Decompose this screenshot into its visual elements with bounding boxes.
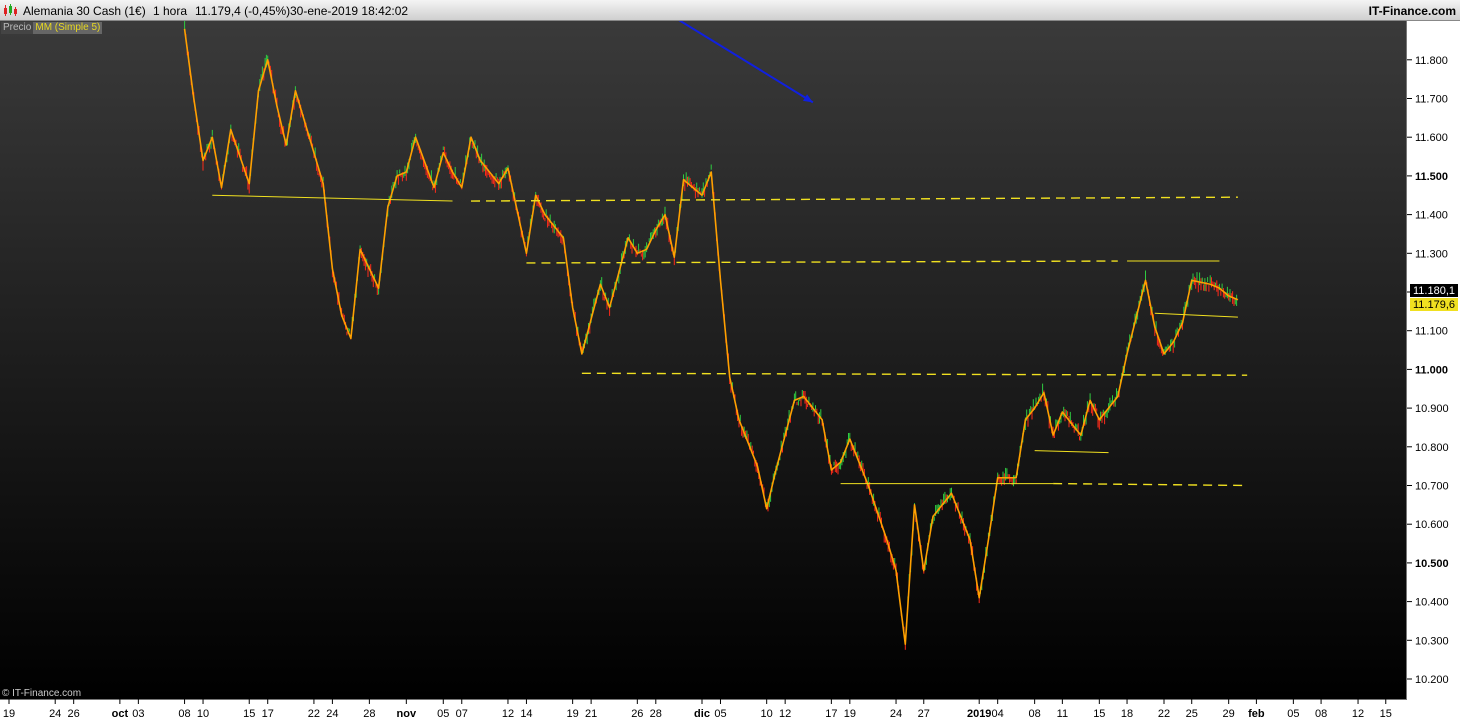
x-tick-label: 19 (567, 708, 579, 720)
x-tick-label: 03 (132, 708, 144, 720)
legend: Precio MM (Simple 5) (1, 22, 103, 34)
price-tag-label: 11.180,1 (1413, 285, 1455, 297)
y-tick-label: 10.200 (1415, 674, 1449, 686)
x-tick-label: 15 (1093, 708, 1105, 720)
y-tick-label: 11.400 (1415, 210, 1448, 222)
y-tick-label: 10.900 (1415, 403, 1449, 415)
y-tick-label: 11.300 (1415, 248, 1448, 260)
timeframe: 1 hora (153, 4, 188, 18)
x-tick-label: 21 (585, 708, 597, 720)
legend-ma: MM (Simple 5) (33, 22, 103, 34)
x-tick-label: 07 (456, 708, 468, 720)
y-tick-label: 11.700 (1415, 94, 1448, 106)
legend-price: Precio (1, 22, 34, 34)
x-tick-label: oct (112, 708, 129, 720)
x-tick-label: 28 (363, 708, 375, 720)
x-tick-label: nov (397, 708, 417, 720)
candlestick-logo-icon (4, 4, 17, 16)
y-tick-label: 10.300 (1415, 635, 1449, 647)
y-tick-label: 10.800 (1415, 442, 1449, 454)
x-tick-label: 22 (1158, 708, 1170, 720)
x-tick-label: 17 (262, 708, 274, 720)
x-tick-label: 11 (1057, 708, 1068, 720)
x-tick-label: 10 (197, 708, 209, 720)
y-tick-label: 10.700 (1415, 481, 1449, 493)
x-tick-label: 12 (779, 708, 791, 720)
x-tick-label: 22 (308, 708, 320, 720)
x-tick-label: 24 (890, 708, 902, 720)
x-tick-label: 2019 (967, 708, 991, 720)
last-change: 11.179,4 (-0,45%) (195, 4, 291, 18)
x-tick-label: 17 (825, 708, 837, 720)
x-tick-label: 19 (3, 708, 15, 720)
x-tick-label: 04 (992, 708, 1004, 720)
y-tick-label: 10.400 (1415, 597, 1449, 609)
y-tick-label: 11.000 (1415, 364, 1448, 376)
y-tick-label: 10.600 (1415, 519, 1449, 531)
x-tick-label: 15 (243, 708, 255, 720)
x-tick-label: 08 (1315, 708, 1327, 720)
x-tick-label: 29 (1223, 708, 1235, 720)
brand: IT-Finance.com (1368, 4, 1456, 18)
y-tick-label: 11.800 (1415, 55, 1448, 67)
y-tick-label: 11.500 (1415, 171, 1448, 183)
y-tick-label: 11.100 (1415, 326, 1448, 338)
instrument-name: Alemania 30 Cash (1€) (23, 4, 146, 18)
chart-window: Alemania 30 Cash (1€) 1 hora 11.179,4 (-… (0, 0, 1460, 720)
price-chart: 10.200 10.300 10.400 10.500 10.600 10.700 10.8… (0, 21, 1460, 720)
datetime: 30-ene-2019 18:42:02 (290, 4, 409, 18)
x-tick-label: dic (694, 708, 710, 720)
x-tick-label: 27 (918, 708, 930, 720)
x-tick-label: 28 (650, 708, 662, 720)
x-tick-label: 08 (178, 708, 190, 720)
title-bar: Alemania 30 Cash (1€) 1 hora 11.179,4 (-… (0, 0, 1460, 21)
x-tick-label: 12 (1352, 708, 1364, 720)
x-tick-label: 05 (714, 708, 726, 720)
x-tick-label: 18 (1121, 708, 1133, 720)
y-tick-label: 11.600 (1415, 132, 1448, 144)
x-tick-label: 15 (1380, 708, 1392, 720)
x-tick-label: 12 (502, 708, 514, 720)
x-tick-label: 05 (437, 708, 449, 720)
x-tick-label: 19 (844, 708, 856, 720)
x-tick-label: 24 (326, 708, 338, 720)
x-tick-label: feb (1248, 708, 1265, 720)
x-tick-label: 26 (631, 708, 643, 720)
x-tick-label: 08 (1029, 708, 1041, 720)
price-tag-label: 11.179,6 (1413, 299, 1455, 311)
x-tick-label: 10 (761, 708, 773, 720)
y-tick-label: 10.500 (1415, 558, 1449, 570)
x-tick-label: 05 (1287, 708, 1299, 720)
x-tick-label: 14 (520, 708, 532, 720)
x-tick-label: 24 (49, 708, 61, 720)
x-tick-label: 25 (1186, 708, 1198, 720)
x-tick-label: 26 (68, 708, 80, 720)
copyright: © IT-Finance.com (2, 688, 82, 699)
